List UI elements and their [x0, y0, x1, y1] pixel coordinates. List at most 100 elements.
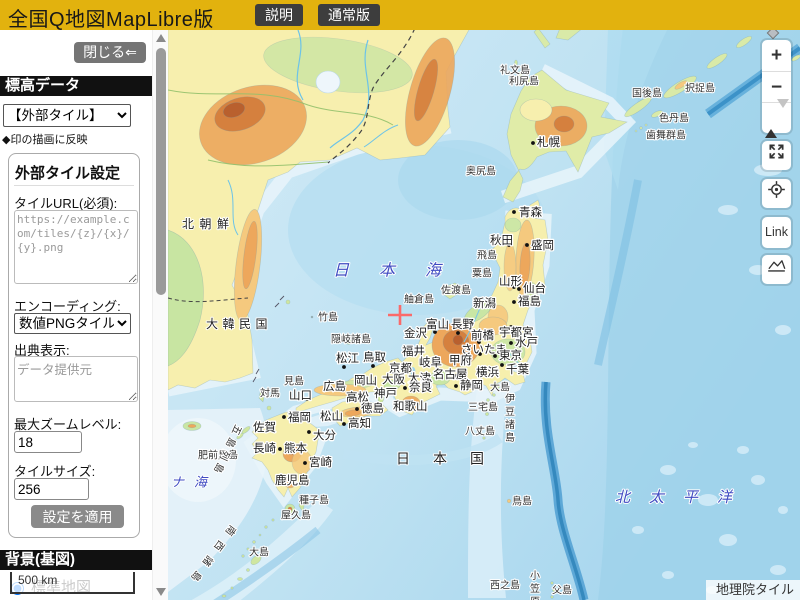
island-label: 国後島: [632, 87, 662, 100]
city-dot: [456, 331, 460, 335]
fullscreen-button[interactable]: [762, 141, 791, 170]
island-label: 隠岐諸島: [331, 333, 371, 346]
city-dot: [278, 447, 282, 451]
attribution-textarea[interactable]: [14, 356, 138, 402]
city-label: 広島: [323, 379, 346, 393]
city-dot: [512, 300, 516, 304]
city-label: 宮崎: [309, 455, 332, 469]
close-sidebar-button[interactable]: 閉じる⇐: [74, 42, 146, 63]
sidebar-scrollbar[interactable]: [152, 30, 168, 600]
island-label: 粟島: [472, 267, 492, 280]
sidebar-panel: 閉じる⇐ 標高データ 【外部タイル】 ◆印の描画に反映 外部タイル設定 タイルU…: [0, 30, 152, 600]
city-dot: [307, 430, 311, 434]
reflect-note: ◆印の描画に反映: [2, 131, 87, 147]
city-label: 前橋: [471, 328, 494, 342]
city-label: 富山: [426, 317, 449, 331]
city-dot: [303, 461, 307, 465]
city-label: 鹿児島: [275, 473, 310, 487]
sea-label: ナ海: [171, 475, 217, 490]
map-canvas[interactable]: 札幌青森秋田盛岡山形仙台新潟福島富山長野金沢福井前橋宇都宮水戸さいたま東京甲府千…: [168, 30, 800, 600]
city-label: 千葉: [506, 363, 529, 376]
city-label: 熊本: [284, 441, 307, 455]
help-button[interactable]: 説明: [255, 4, 303, 26]
island-label: 飛島: [477, 249, 497, 262]
geolocate-button[interactable]: [762, 179, 791, 208]
compass-pitch-button[interactable]: [762, 102, 791, 133]
city-dot: [371, 364, 375, 368]
city-label: 山口: [289, 389, 312, 402]
city-dot: [282, 415, 286, 419]
background-basemap-header: 背景(基図): [0, 550, 152, 570]
sea-label: 北太平洋: [615, 489, 751, 506]
elevation-data-header: 標高データ: [0, 76, 152, 96]
elevation-profile-button[interactable]: [762, 255, 791, 284]
island-label: 大島: [249, 546, 269, 559]
city-dot: [403, 386, 407, 390]
island-label: 奥尻島: [466, 165, 496, 178]
island-label: 択捉島: [685, 82, 715, 95]
city-label: 福島: [518, 294, 541, 308]
divider: [14, 185, 134, 186]
zoom-in-button[interactable]: +: [762, 40, 791, 71]
scrollbar-thumb[interactable]: [156, 48, 166, 295]
external-tile-settings-box: 外部タイル設定 タイルURL(必須): エンコーディング: 数値PNGタイル 出…: [8, 153, 140, 538]
city-label: 奈良: [409, 380, 432, 394]
city-label: 山形: [499, 275, 522, 288]
city-label: 金沢: [404, 326, 427, 340]
city-dot: [355, 407, 359, 411]
pitch-up-icon: [765, 108, 777, 138]
city-dot: [512, 210, 516, 214]
fullscreen-icon: [762, 141, 791, 170]
island-label: 利尻島: [509, 75, 539, 88]
geolocate-icon: [762, 179, 791, 208]
city-label: 福井: [402, 344, 425, 358]
link-button-label: Link: [762, 217, 791, 248]
island-label: 舳倉島: [404, 293, 434, 306]
city-label: 新潟: [473, 296, 496, 310]
link-button[interactable]: Link: [762, 217, 791, 248]
city-dot: [525, 243, 529, 247]
map-image: 札幌青森秋田盛岡山形仙台新潟福島富山長野金沢福井前橋宇都宮水戸さいたま東京甲府千…: [168, 30, 800, 600]
sea-label: 北朝鮮: [182, 217, 235, 231]
app-title: 全国Q地図MapLibre版: [8, 3, 214, 32]
city-label: 松山: [320, 409, 343, 423]
city-label: 札幌: [537, 135, 560, 149]
island-label: 対馬: [260, 387, 280, 400]
island-label: 鳥島: [512, 495, 532, 508]
city-label: 秋田: [490, 233, 513, 247]
city-dot: [531, 141, 535, 145]
city-label: 高知: [348, 416, 371, 430]
city-dot: [342, 365, 346, 369]
island-label: 歯舞群島: [646, 129, 686, 142]
city-dot: [509, 341, 513, 345]
island-label: 竹島: [318, 311, 338, 324]
elevation-source-select[interactable]: 【外部タイル】: [3, 104, 131, 127]
zoom-out-button[interactable]: −: [762, 71, 791, 102]
island-label: 礼文島: [500, 64, 530, 77]
encoding-select[interactable]: 数値PNGタイル: [14, 313, 131, 334]
tile-url-textarea[interactable]: [14, 210, 138, 284]
island-label: 種子島: [299, 494, 329, 507]
city-label: 佐賀: [253, 420, 276, 434]
island-label: 見島: [284, 375, 304, 388]
city-label: 東京: [499, 348, 522, 362]
sea-label: 日本国: [396, 452, 507, 468]
tile-size-input[interactable]: [14, 478, 89, 500]
city-dot: [517, 287, 521, 291]
island-label: 屋久島: [281, 509, 311, 522]
zoom-control-group: + −: [762, 40, 791, 133]
city-label: 福岡: [288, 410, 311, 424]
normal-version-button[interactable]: 通常版: [318, 4, 380, 26]
header-bar: 全国Q地図MapLibre版 説明 通常版: [0, 0, 800, 30]
max-zoom-input[interactable]: [14, 431, 82, 453]
scrollbar-down-icon[interactable]: [156, 588, 166, 596]
city-dot: [454, 384, 458, 388]
apply-settings-button[interactable]: 設定を適用: [31, 505, 124, 528]
map-attribution[interactable]: 地理院タイル: [706, 580, 800, 600]
city-label: 甲府: [449, 353, 472, 367]
city-label: 神戸: [374, 386, 397, 400]
island-label: 色丹島: [659, 112, 689, 125]
city-label: 岐阜: [419, 356, 442, 369]
city-label: 仙台: [523, 281, 546, 295]
scrollbar-up-icon[interactable]: [156, 34, 166, 42]
